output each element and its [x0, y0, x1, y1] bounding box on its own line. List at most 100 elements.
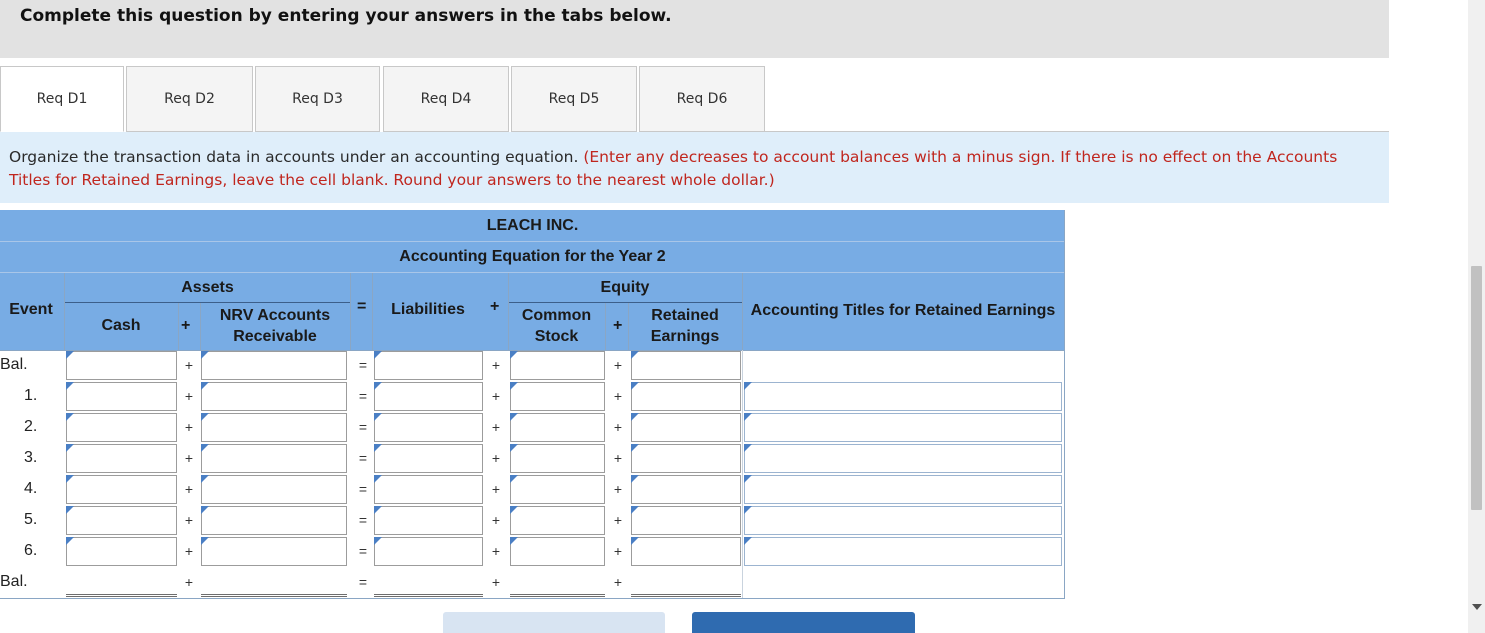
row-plus: +	[491, 388, 501, 404]
row-1-title-select[interactable]	[744, 382, 1062, 411]
row-3-liabilities-input[interactable]	[374, 444, 483, 473]
row-5-cash-input[interactable]	[66, 506, 177, 535]
row-2-title-select[interactable]	[744, 413, 1062, 442]
row-label-5: 5.	[24, 511, 38, 528]
row-6-retained-input[interactable]	[631, 537, 741, 566]
row-equals: =	[358, 574, 368, 590]
cell-marker	[374, 444, 382, 452]
row-1-common-input[interactable]	[510, 382, 605, 411]
row-equals: =	[358, 388, 368, 404]
page-scrollbar[interactable]	[1468, 0, 1485, 633]
tab-req-d3[interactable]: Req D3	[255, 66, 380, 132]
row-6-common-input[interactable]	[510, 537, 605, 566]
row-plus: +	[613, 481, 623, 497]
cell-marker	[66, 382, 74, 390]
cell-marker	[631, 475, 639, 483]
bal-end-cash-total	[66, 567, 177, 597]
bal-end-nrv-total	[201, 567, 347, 597]
row-6-nrv-input[interactable]	[201, 537, 347, 566]
row-5-nrv-input[interactable]	[201, 506, 347, 535]
row-bal-start-nrv-input[interactable]	[201, 351, 347, 380]
tab-req-d5[interactable]: Req D5	[511, 66, 637, 132]
scrollbar-thumb[interactable]	[1471, 266, 1482, 510]
row-1-liabilities-input[interactable]	[374, 382, 483, 411]
row-plus: +	[491, 574, 501, 590]
row-3-retained-input[interactable]	[631, 444, 741, 473]
row-bal-start-common-input[interactable]	[510, 351, 605, 380]
cell-marker	[631, 506, 639, 514]
row-4-nrv-input[interactable]	[201, 475, 347, 504]
scroll-down-arrow-icon[interactable]	[1472, 604, 1482, 610]
row-3-common-input[interactable]	[510, 444, 605, 473]
cell-marker	[374, 537, 382, 545]
row-4-title-select[interactable]	[744, 475, 1062, 504]
prev-button[interactable]	[443, 612, 665, 633]
cell-marker	[631, 382, 639, 390]
cell-marker	[374, 475, 382, 483]
event-column-header: Event	[9, 301, 53, 318]
tab-req-d2[interactable]: Req D2	[126, 66, 253, 132]
row-label-6: 6.	[24, 542, 38, 559]
cell-marker	[201, 506, 209, 514]
row-plus: +	[184, 574, 194, 590]
row-1-cash-input[interactable]	[66, 382, 177, 411]
row-plus: +	[184, 543, 194, 559]
next-button[interactable]	[692, 612, 915, 633]
row-2-liabilities-input[interactable]	[374, 413, 483, 442]
instruction-banner: Complete this question by entering your …	[0, 0, 1389, 58]
row-bal-start-liabilities-input[interactable]	[374, 351, 483, 380]
row-plus: +	[491, 357, 501, 373]
cell-marker	[66, 413, 74, 421]
row-5-common-input[interactable]	[510, 506, 605, 535]
cell-marker	[631, 351, 639, 359]
row-2-common-input[interactable]	[510, 413, 605, 442]
row-plus: +	[613, 574, 623, 590]
row-equals: =	[358, 450, 368, 466]
row-3-nrv-input[interactable]	[201, 444, 347, 473]
cell-marker	[201, 413, 209, 421]
row-2-nrv-input[interactable]	[201, 413, 347, 442]
cell-marker	[374, 506, 382, 514]
row-4-common-input[interactable]	[510, 475, 605, 504]
row-bal-start-cash-input[interactable]	[66, 351, 177, 380]
cell-marker	[201, 444, 209, 452]
cell-marker	[66, 506, 74, 514]
row-3-cash-input[interactable]	[66, 444, 177, 473]
row-label-bal-start: Bal.	[0, 356, 28, 373]
row-bal-start-retained-input[interactable]	[631, 351, 741, 380]
row-5-liabilities-input[interactable]	[374, 506, 483, 535]
cell-marker	[66, 351, 74, 359]
bal-end-common-total	[510, 567, 605, 597]
row-6-cash-input[interactable]	[66, 537, 177, 566]
titles-column-header: Accounting Titles for Retained Earnings	[750, 301, 1056, 319]
bal-end-retained-total	[631, 567, 741, 597]
company-name: LEACH INC.	[0, 210, 1065, 241]
row-1-retained-input[interactable]	[631, 382, 741, 411]
tab-req-d1[interactable]: Req D1	[0, 66, 124, 132]
row-plus: +	[184, 357, 194, 373]
cell-marker	[744, 413, 752, 421]
row-6-title-select[interactable]	[744, 537, 1062, 566]
cell-marker	[510, 537, 518, 545]
row-plus: +	[184, 512, 194, 528]
row-5-title-select[interactable]	[744, 506, 1062, 535]
row-6-liabilities-input[interactable]	[374, 537, 483, 566]
row-3-title-select[interactable]	[744, 444, 1062, 473]
retained-earnings-column-header: Retained Earnings	[650, 307, 720, 345]
row-plus: +	[613, 512, 623, 528]
row-1-nrv-input[interactable]	[201, 382, 347, 411]
tab-req-d6[interactable]: Req D6	[639, 66, 765, 132]
row-label-2: 2.	[24, 418, 38, 435]
cell-marker	[510, 351, 518, 359]
tab-req-d4[interactable]: Req D4	[383, 66, 509, 132]
row-4-liabilities-input[interactable]	[374, 475, 483, 504]
row-4-retained-input[interactable]	[631, 475, 741, 504]
row-2-retained-input[interactable]	[631, 413, 741, 442]
row-2-cash-input[interactable]	[66, 413, 177, 442]
row-plus: +	[613, 450, 623, 466]
row-plus: +	[613, 357, 623, 373]
cell-marker	[66, 444, 74, 452]
row-5-retained-input[interactable]	[631, 506, 741, 535]
row-label-1: 1.	[24, 387, 38, 404]
row-4-cash-input[interactable]	[66, 475, 177, 504]
